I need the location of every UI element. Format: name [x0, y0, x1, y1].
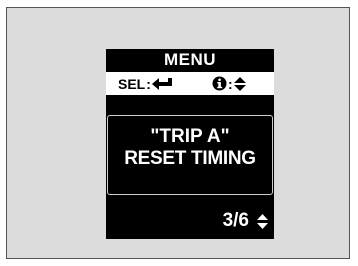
info-colon: : — [228, 75, 233, 92]
enter-arrow-icon — [151, 77, 174, 90]
menu-item-box: "TRIP A" RESET TIMING — [107, 115, 273, 195]
page-indicator: 3/6 — [223, 210, 268, 232]
select-colon: : — [146, 75, 151, 92]
display-frame: MENU SEL :: "TRIP A" RESET TIMING 3/6 — [6, 7, 350, 259]
menu-item-line1: "TRIP A" — [150, 126, 230, 147]
menu-title: MENU — [163, 50, 217, 69]
up-down-arrows-icon — [233, 76, 246, 91]
info-hint: : — [212, 72, 246, 95]
hint-bar: SEL : : — [106, 72, 274, 95]
select-hint: SEL : — [118, 72, 174, 95]
scroll-arrows-icon — [257, 213, 268, 229]
page-count: 3/6 — [222, 210, 249, 231]
info-icon — [212, 76, 227, 91]
menu-item-line2: RESET TIMING — [124, 148, 256, 169]
multi-info-display: MENU SEL :: "TRIP A" RESET TIMING 3/6 — [106, 49, 274, 239]
select-label: SEL — [118, 75, 146, 92]
